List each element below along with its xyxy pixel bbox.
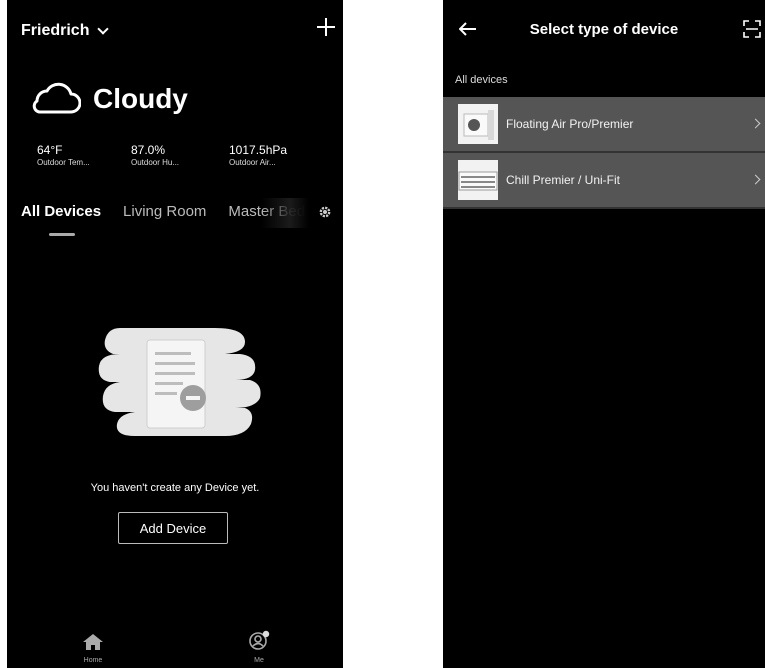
device-type-label: Floating Air Pro/Premier [506,117,634,131]
stat-temperature: 64°F Outdoor Tem... [37,143,90,167]
nav-me[interactable]: Me [229,630,289,664]
list-item[interactable]: Floating Air Pro/Premier [443,97,765,153]
cloud-icon [32,82,81,114]
tab-overflow-fade [261,198,309,228]
nav-home[interactable]: Home [63,634,123,664]
add-device-button[interactable]: Add Device [118,512,228,544]
stat-label: Outdoor Hu... [131,158,180,167]
stat-value: 1017.5hPa [229,143,288,157]
chevron-down-icon [97,23,110,35]
chevron-right-icon [750,174,761,185]
gear-icon[interactable] [318,205,332,219]
scan-icon[interactable] [743,20,761,38]
nav-home-label: Home [83,657,103,664]
tab-all-devices[interactable]: All Devices [21,203,101,223]
profile-icon [249,630,270,650]
empty-state-message: You haven't create any Device yet. [90,482,260,494]
stat-air-pressure: 1017.5hPa Outdoor Air... [229,143,287,167]
stat-label: Outdoor Tem... [37,158,90,167]
home-icon [83,634,103,650]
weather-condition: Cloudy [93,83,188,114]
window-ac-icon [458,160,498,200]
add-icon[interactable] [315,16,337,38]
tab-indicator [49,233,75,236]
header: Select type of device [443,0,765,60]
empty-document-illustration [98,328,261,436]
home-name: Friedrich [21,22,90,39]
home-selector[interactable]: Friedrich [21,22,110,40]
home-screen: Friedrich Cloudy 64°F Outdoor Tem... 87.… [7,0,343,668]
list-item[interactable]: Chill Premier / Uni-Fit [443,153,765,209]
nav-me-label: Me [254,657,264,664]
stat-value: 64°F [37,143,63,157]
stat-label: Outdoor Air... [229,158,276,167]
page-title: Select type of device [529,21,679,38]
weather-summary: Cloudy [29,82,188,116]
device-type-list: Floating Air Pro/Premier Chill Premier /… [443,97,765,209]
stat-humidity: 87.0% Outdoor Hu... [131,143,179,167]
device-type-label: Chill Premier / Uni-Fit [506,173,621,187]
mini-split-icon [458,104,498,144]
tab-living-room[interactable]: Living Room [123,203,206,223]
chevron-right-icon [750,118,761,129]
section-label: All devices [455,74,508,86]
stat-value: 87.0% [131,143,166,157]
bottom-nav: Home Me [7,620,343,668]
select-device-screen: Select type of device All devices Floati… [443,0,765,668]
